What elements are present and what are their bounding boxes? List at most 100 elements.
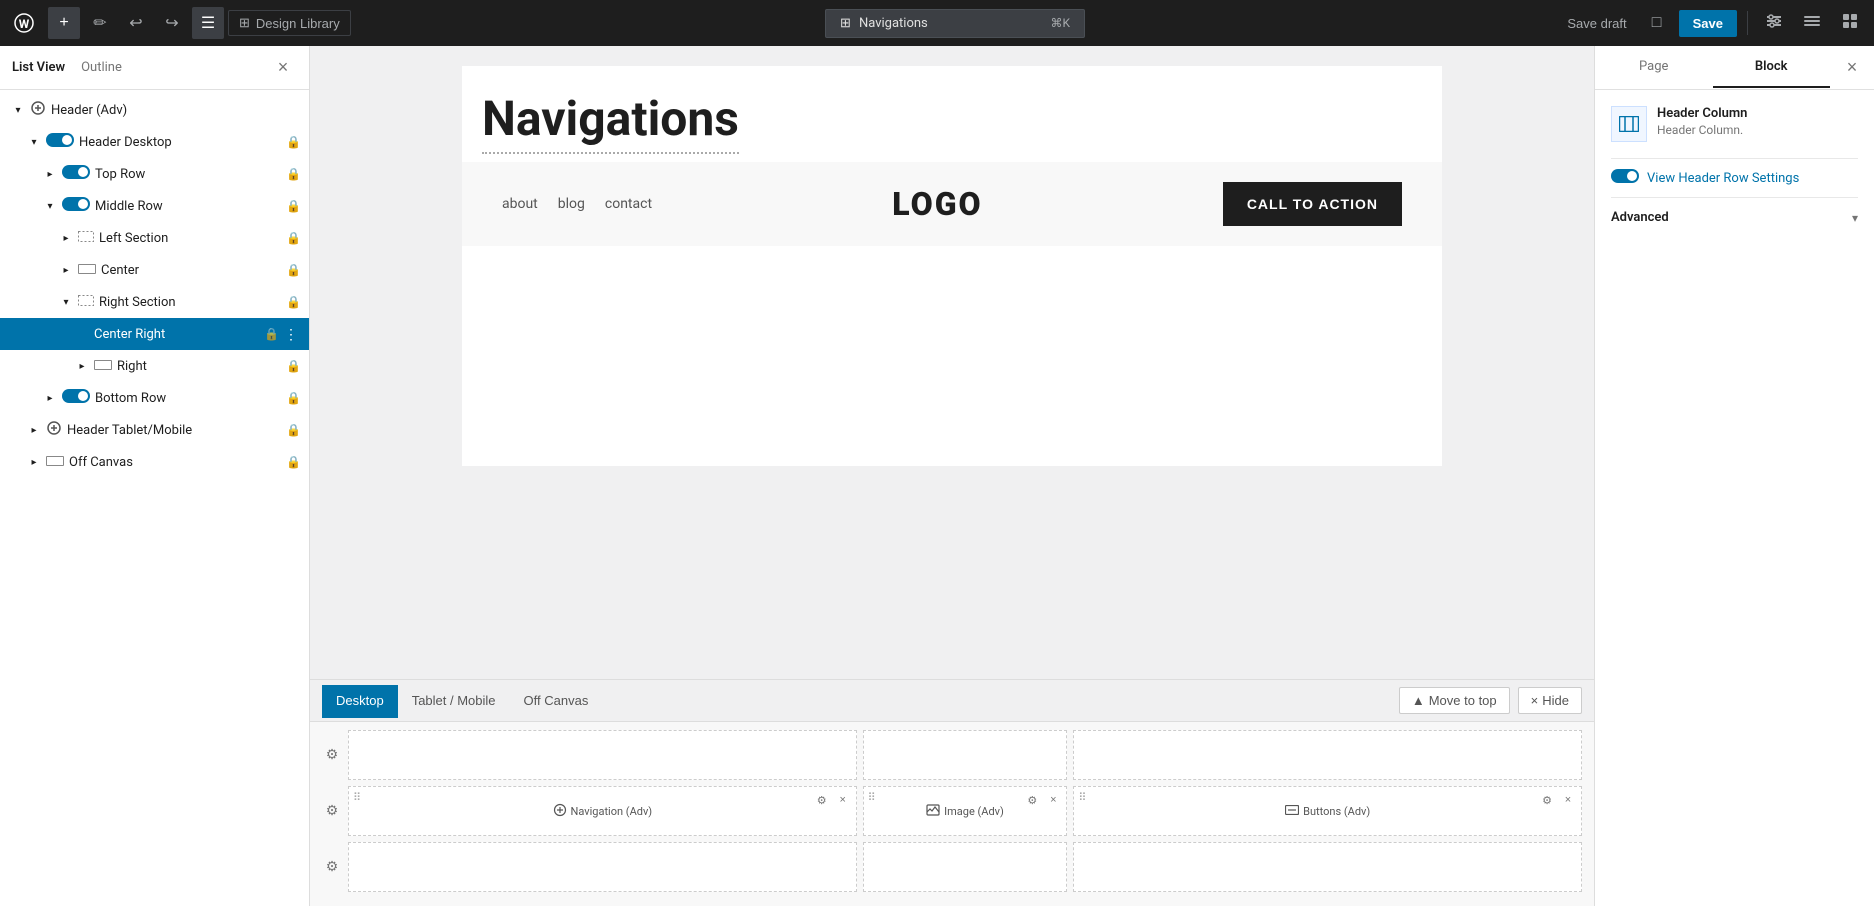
sidebar-item-right-section[interactable]: ▾ Right Section 🔒 xyxy=(0,286,309,318)
nav-link-contact[interactable]: contact xyxy=(605,196,652,212)
sidebar-item-bottom-row[interactable]: ▸ Bottom Row 🔒 xyxy=(0,382,309,414)
row-1-settings-icon[interactable]: ⚙ xyxy=(322,747,342,763)
nav-link-about[interactable]: about xyxy=(502,196,538,212)
nav-title-bar[interactable]: ⊞ Navigations ⌘K xyxy=(825,9,1085,38)
view-settings-row[interactable]: View Header Row Settings xyxy=(1611,158,1858,197)
grid-cell-2-1[interactable]: ⠿ ⚙ × xyxy=(348,786,857,836)
block-name: Header Column xyxy=(1657,106,1858,121)
blocks-panel-button[interactable] xyxy=(1834,7,1866,39)
center-right-options-button[interactable]: ⋮ xyxy=(281,324,301,344)
hide-label: Hide xyxy=(1542,693,1569,708)
sidebar-item-right[interactable]: ▸ Right 🔒 xyxy=(0,350,309,382)
off-canvas-icon xyxy=(46,454,64,470)
redo-button[interactable]: ↪ xyxy=(156,7,188,39)
tree-toggle-header-tablet-mobile[interactable]: ▸ xyxy=(24,420,44,440)
row-3-settings-icon[interactable]: ⚙ xyxy=(322,859,342,875)
grid-cell-1-2[interactable] xyxy=(863,730,1068,780)
header-adv-icon xyxy=(30,100,46,120)
sidebar-item-header-desktop[interactable]: ▾ Header Desktop 🔒 xyxy=(0,126,309,158)
svg-text:W: W xyxy=(19,17,30,31)
cta-button[interactable]: CALL TO ACTION xyxy=(1223,182,1402,226)
nav-adv-settings-button[interactable]: ⚙ xyxy=(813,791,831,809)
header-adv-label: Header (Adv) xyxy=(51,103,301,118)
right-panel-close-button[interactable]: × xyxy=(1830,57,1874,78)
undo-button[interactable]: ↩ xyxy=(120,7,152,39)
list-view-button[interactable]: ☰ xyxy=(192,7,224,39)
right-panel-close-icon: × xyxy=(1847,57,1858,78)
bottom-row-icon xyxy=(62,389,90,407)
right-icon xyxy=(94,358,112,374)
tree-toggle-bottom-row[interactable]: ▸ xyxy=(40,388,60,408)
buttons-adv-remove-button[interactable]: × xyxy=(1559,791,1577,809)
sidebar-item-middle-row[interactable]: ▾ Middle Row 🔒 xyxy=(0,190,309,222)
sidebar-item-header-adv[interactable]: ▾ Header (Adv) xyxy=(0,94,309,126)
design-library-button[interactable]: ⊞ Design Library xyxy=(228,10,351,36)
outline-tab[interactable]: Outline xyxy=(81,60,122,75)
grid-cell-3-3[interactable] xyxy=(1073,842,1582,892)
move-to-top-button[interactable]: ▲ Move to top xyxy=(1399,687,1510,714)
advanced-chevron-icon: ▾ xyxy=(1852,211,1858,225)
settings-icon xyxy=(1765,12,1783,35)
tree-toggle-header-adv[interactable]: ▾ xyxy=(8,100,28,120)
sidebar-item-left-section[interactable]: ▸ Left Section 🔒 xyxy=(0,222,309,254)
tree-toggle-top-row[interactable]: ▸ xyxy=(40,164,60,184)
save-draft-button[interactable]: Save draft xyxy=(1559,12,1634,35)
sidebar-header: List View Outline × xyxy=(0,46,309,90)
sidebar-item-center[interactable]: ▸ Center 🔒 xyxy=(0,254,309,286)
tree-toggle-off-canvas[interactable]: ▸ xyxy=(24,452,44,472)
preview-button[interactable]: □ xyxy=(1641,7,1673,39)
tree-toggle-right-section[interactable]: ▾ xyxy=(56,292,76,312)
nav-adv-content: Navigation (Adv) xyxy=(349,787,856,835)
tree-toggle-middle-row[interactable]: ▾ xyxy=(40,196,60,216)
tab-tablet-mobile[interactable]: Tablet / Mobile xyxy=(398,685,510,718)
nav-adv-label: Navigation (Adv) xyxy=(553,803,653,820)
page-content: Navigations about blog contact LOGO CALL… xyxy=(462,66,1442,466)
image-adv-controls: ⚙ × xyxy=(1023,791,1062,809)
tab-off-canvas[interactable]: Off Canvas xyxy=(510,685,603,718)
image-adv-settings-button[interactable]: ⚙ xyxy=(1023,791,1041,809)
toolbar: W + ✏ ↩ ↪ ☰ ⊞ Design Library ⊞ Navigatio… xyxy=(0,0,1874,46)
tree-toggle-center[interactable]: ▸ xyxy=(56,260,76,280)
hide-button[interactable]: × Hide xyxy=(1518,687,1582,714)
grid-cell-3-1[interactable] xyxy=(348,842,857,892)
sidebar-item-center-right[interactable]: Center Right 🔒 ⋮ xyxy=(0,318,309,350)
sidebar-item-off-canvas[interactable]: ▸ Off Canvas 🔒 xyxy=(0,446,309,478)
wp-logo[interactable]: W xyxy=(8,7,40,39)
main-layout: List View Outline × ▾ Header (Adv) xyxy=(0,46,1874,906)
right-panel: Page Block × Header Column Header Column… xyxy=(1594,46,1874,906)
tree-toggle-header-desktop[interactable]: ▾ xyxy=(24,132,44,152)
save-button[interactable]: Save xyxy=(1679,10,1737,37)
tab-block[interactable]: Block xyxy=(1713,47,1831,88)
tools-button[interactable] xyxy=(1796,7,1828,39)
sidebar-item-top-row[interactable]: ▸ Top Row 🔒 xyxy=(0,158,309,190)
image-adv-remove-button[interactable]: × xyxy=(1044,791,1062,809)
design-library-label: Design Library xyxy=(256,16,340,31)
nav-adv-remove-button[interactable]: × xyxy=(834,791,852,809)
grid-cell-1-1[interactable] xyxy=(348,730,857,780)
grid-cell-2-2[interactable]: ⠿ ⚙ × xyxy=(863,786,1068,836)
undo-icon: ↩ xyxy=(129,13,142,33)
buttons-adv-settings-button[interactable]: ⚙ xyxy=(1538,791,1556,809)
add-block-button[interactable]: + xyxy=(48,7,80,39)
grid-cell-1-3[interactable] xyxy=(1073,730,1582,780)
tree-toggle-left-section[interactable]: ▸ xyxy=(56,228,76,248)
list-view-tab[interactable]: List View xyxy=(12,60,65,75)
tab-page[interactable]: Page xyxy=(1595,47,1713,88)
sidebar-item-header-tablet-mobile[interactable]: ▸ Header Tablet/Mobile 🔒 xyxy=(0,414,309,446)
editor-settings-button[interactable] xyxy=(1758,7,1790,39)
center-right-label: Center Right xyxy=(94,327,262,342)
nav-link-blog[interactable]: blog xyxy=(558,196,585,212)
edit-mode-button[interactable]: ✏ xyxy=(84,7,116,39)
nav-adv-controls: ⚙ × xyxy=(813,791,852,809)
nav-icon: ⊞ xyxy=(840,16,851,31)
grid-cell-3-2[interactable] xyxy=(863,842,1068,892)
nav-adv-icon xyxy=(553,803,567,820)
tree-toggle-right[interactable]: ▸ xyxy=(72,356,92,376)
row-2-settings-icon[interactable]: ⚙ xyxy=(322,803,342,819)
advanced-header[interactable]: Advanced ▾ xyxy=(1611,198,1858,237)
header-nav-bar: about blog contact LOGO CALL TO ACTION xyxy=(462,162,1442,246)
tab-desktop[interactable]: Desktop xyxy=(322,685,398,718)
grid-cell-2-3[interactable]: ⠿ ⚙ × xyxy=(1073,786,1582,836)
sidebar-close-button[interactable]: × xyxy=(269,54,297,82)
view-settings-label[interactable]: View Header Row Settings xyxy=(1647,171,1858,186)
